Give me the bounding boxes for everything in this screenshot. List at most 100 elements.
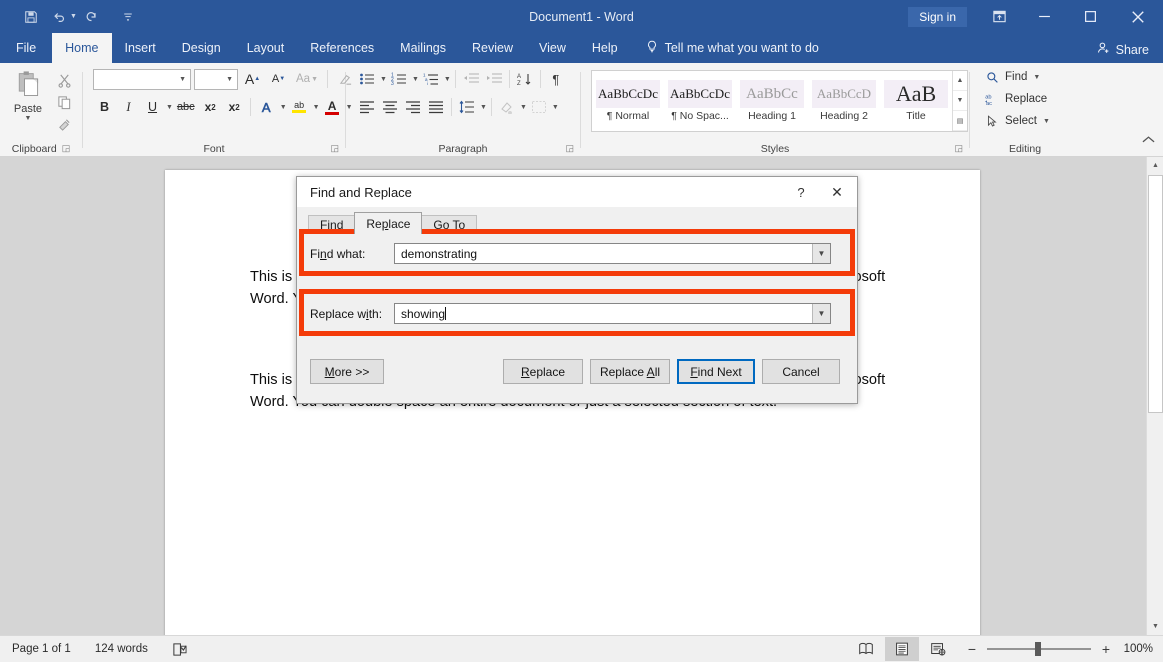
replace-with-dropdown-icon[interactable]: ▼: [812, 304, 830, 323]
tab-design[interactable]: Design: [169, 33, 234, 63]
replace-all-button[interactable]: Replace All: [590, 359, 670, 384]
strikethrough-button[interactable]: abc: [174, 96, 198, 118]
close-button[interactable]: [1113, 0, 1163, 33]
scroll-up-icon[interactable]: ▲: [1147, 157, 1163, 174]
word-count[interactable]: 124 words: [83, 636, 160, 662]
align-left-icon[interactable]: [356, 96, 378, 118]
print-layout-view-button[interactable]: [885, 637, 919, 661]
style-no-spacing[interactable]: AaBbCcDc ¶ No Spac...: [664, 71, 736, 131]
read-mode-view-button[interactable]: [849, 637, 883, 661]
replace-button[interactable]: Replace: [503, 359, 583, 384]
shrink-font-icon[interactable]: A ▼: [267, 68, 290, 90]
bold-button[interactable]: B: [93, 96, 116, 118]
customize-qat-icon[interactable]: [115, 5, 141, 29]
font-name-combo[interactable]: ▼: [93, 68, 191, 90]
multilevel-list-icon[interactable]: 1ai: [420, 68, 442, 90]
text-effects-dropdown-icon[interactable]: ▼: [280, 104, 287, 111]
format-painter-icon[interactable]: [54, 115, 74, 133]
zoom-out-button[interactable]: −: [965, 641, 979, 657]
help-icon[interactable]: ?: [785, 177, 817, 207]
borders-icon[interactable]: [528, 96, 550, 118]
styles-scroll-down-icon[interactable]: ▼: [953, 91, 967, 111]
dialog-close-icon[interactable]: ✕: [817, 177, 857, 207]
dialog-tab-replace[interactable]: Replace: [354, 212, 423, 234]
select-dropdown-icon[interactable]: ▼: [1043, 118, 1050, 125]
sign-in-button[interactable]: Sign in: [908, 6, 967, 27]
find-what-input[interactable]: demonstrating ▼: [394, 243, 831, 264]
align-center-icon[interactable]: [379, 96, 401, 118]
tab-home[interactable]: Home: [52, 33, 112, 63]
justify-icon[interactable]: [425, 96, 447, 118]
replace-with-input[interactable]: showing ▼: [394, 303, 831, 324]
line-spacing-icon[interactable]: [456, 96, 478, 118]
more-button[interactable]: More >>: [310, 359, 384, 384]
font-name-caret-icon[interactable]: ▼: [179, 76, 186, 83]
font-dialog-launcher[interactable]: ◲: [330, 143, 339, 154]
bullets-icon[interactable]: [356, 68, 378, 90]
web-layout-view-button[interactable]: [921, 637, 955, 661]
tab-references[interactable]: References: [297, 33, 387, 63]
font-size-caret-icon[interactable]: ▼: [226, 76, 233, 83]
align-right-icon[interactable]: [402, 96, 424, 118]
tab-help[interactable]: Help: [579, 33, 631, 63]
change-case-icon[interactable]: Aa ▼: [293, 68, 321, 90]
underline-button[interactable]: U: [141, 96, 164, 118]
zoom-level[interactable]: 100%: [1121, 643, 1155, 655]
sort-icon[interactable]: AZ: [514, 68, 536, 90]
text-effects-button[interactable]: A: [255, 96, 278, 118]
shading-dropdown-icon[interactable]: ▼: [520, 104, 527, 111]
zoom-slider[interactable]: [987, 641, 1091, 657]
save-icon[interactable]: [18, 5, 44, 29]
styles-scroll-up-icon[interactable]: ▲: [953, 71, 967, 91]
decrease-indent-icon[interactable]: [460, 68, 482, 90]
styles-dialog-launcher[interactable]: ◲: [954, 143, 963, 154]
tab-view[interactable]: View: [526, 33, 579, 63]
font-size-combo[interactable]: ▼: [194, 68, 238, 90]
collapse-ribbon-icon[interactable]: [1142, 135, 1155, 147]
style-normal[interactable]: AaBbCcDc ¶ Normal: [592, 71, 664, 131]
redo-icon[interactable]: [79, 5, 105, 29]
select-button[interactable]: Select ▼: [982, 110, 1050, 132]
paragraph-dialog-launcher[interactable]: ◲: [565, 143, 574, 154]
numbering-icon[interactable]: 123: [388, 68, 410, 90]
grow-font-icon[interactable]: A ▲: [241, 68, 264, 90]
dialog-title-bar[interactable]: Find and Replace ? ✕: [297, 177, 857, 207]
tab-file[interactable]: File: [0, 33, 53, 63]
tab-layout[interactable]: Layout: [234, 33, 298, 63]
paste-dropdown-icon[interactable]: ▼: [25, 115, 32, 122]
show-marks-icon[interactable]: ¶: [545, 68, 567, 90]
undo-dropdown-icon[interactable]: ▼: [70, 13, 77, 20]
style-heading-1[interactable]: AaBbCc Heading 1: [736, 71, 808, 131]
copy-icon[interactable]: [54, 93, 74, 111]
style-heading-2[interactable]: AaBbCcD Heading 2: [808, 71, 880, 131]
scroll-down-icon[interactable]: ▼: [1147, 618, 1163, 635]
increase-indent-icon[interactable]: [483, 68, 505, 90]
undo-icon[interactable]: [46, 5, 72, 29]
line-spacing-dropdown-icon[interactable]: ▼: [480, 104, 487, 111]
tab-insert[interactable]: Insert: [112, 33, 169, 63]
superscript-button[interactable]: x2: [223, 96, 246, 118]
shading-icon[interactable]: [496, 96, 518, 118]
bullets-dropdown-icon[interactable]: ▼: [380, 76, 387, 83]
multilevel-dropdown-icon[interactable]: ▼: [444, 76, 451, 83]
find-what-dropdown-icon[interactable]: ▼: [812, 244, 830, 263]
ribbon-display-options-icon[interactable]: [977, 0, 1021, 33]
minimize-button[interactable]: [1021, 0, 1067, 33]
cut-icon[interactable]: [54, 71, 74, 89]
zoom-in-button[interactable]: +: [1099, 641, 1113, 657]
italic-button[interactable]: I: [117, 96, 140, 118]
underline-dropdown-icon[interactable]: ▼: [166, 104, 173, 111]
find-dropdown-icon[interactable]: ▼: [1033, 74, 1040, 81]
vertical-scrollbar[interactable]: ▲ ▼: [1146, 157, 1163, 635]
font-color-button[interactable]: A: [321, 96, 344, 118]
highlight-dropdown-icon[interactable]: ▼: [313, 104, 320, 111]
borders-dropdown-icon[interactable]: ▼: [552, 104, 559, 111]
subscript-button[interactable]: x2: [199, 96, 222, 118]
style-title[interactable]: AaB Title: [880, 71, 952, 131]
tell-me-search[interactable]: Tell me what you want to do: [645, 33, 819, 63]
tab-review[interactable]: Review: [459, 33, 526, 63]
text-highlight-button[interactable]: ab: [288, 96, 311, 118]
replace-button[interactable]: ab ac Replace: [982, 88, 1047, 110]
zoom-thumb[interactable]: [1035, 642, 1041, 656]
page-status[interactable]: Page 1 of 1: [0, 636, 83, 662]
